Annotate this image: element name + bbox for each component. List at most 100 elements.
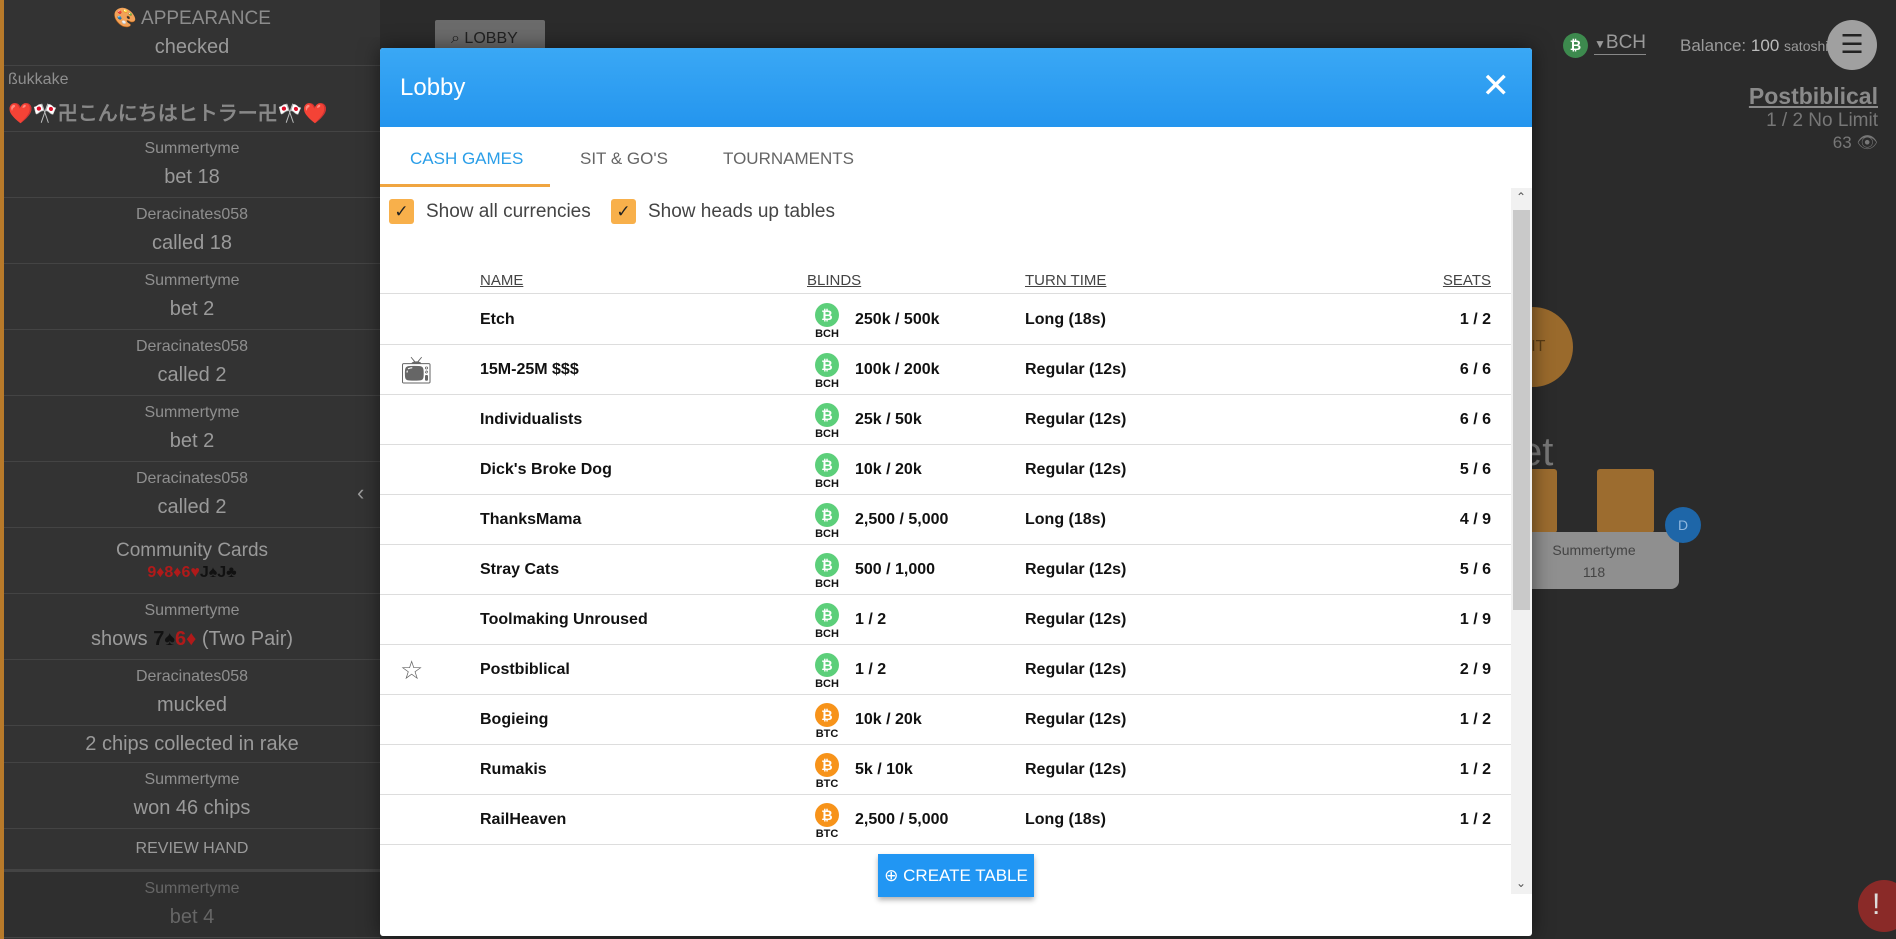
currency-select[interactable]: ▼BCH <box>1594 32 1647 55</box>
col-turn-time[interactable]: TURN TIME <box>1025 272 1106 289</box>
card: 8♦ <box>164 563 182 581</box>
table-row[interactable]: 📺︎ 15M-25M $$$ ₿ BCH 100k / 200k Regular (… <box>380 345 1511 395</box>
tab-tournaments[interactable]: TOURNAMENTS <box>723 149 854 169</box>
turn-time: Regular (12s) <box>1025 761 1127 778</box>
seats: 4 / 9 <box>1459 511 1491 528</box>
log-player: Deracinates058 <box>135 206 249 223</box>
log-action: shows 7♠6♦ (Two Pair) <box>90 628 294 650</box>
review-hand-button[interactable]: REVIEW HAND <box>4 829 380 872</box>
log-player: ßukkake <box>8 71 69 88</box>
table-row[interactable]: RailHeaven ₿ BTC 2,500 / 5,000 Long (18s)… <box>380 795 1511 845</box>
btc-coin-icon: ₿ <box>815 753 839 777</box>
log-action: called 2 <box>157 496 227 518</box>
blinds: 10k / 20k <box>855 711 922 728</box>
log-action: 2 chips collected in rake <box>85 732 299 755</box>
currency-badge: ₿ BCH <box>812 603 842 640</box>
log-action: bet 18 <box>164 166 220 188</box>
dealer-button: D <box>1665 507 1701 543</box>
table-list: Etch ₿ BCH 250k / 500k Long (18s) 1 / 2 📺︎… <box>380 295 1511 845</box>
menu-button[interactable]: ☰ <box>1827 20 1877 70</box>
log-action: bet 4 <box>169 906 215 928</box>
table-row[interactable]: Dick's Broke Dog ₿ BCH 10k / 20k Regular … <box>380 445 1511 495</box>
scrollbar[interactable]: ⌃ ⌄ <box>1511 188 1532 894</box>
alert-button[interactable]: ! <box>1858 880 1896 932</box>
log-action: mucked <box>156 694 228 716</box>
card-back <box>1597 469 1654 533</box>
scrollbar-thumb[interactable] <box>1513 210 1530 610</box>
tab-sit-and-gos[interactable]: SIT & GO'S <box>580 149 668 169</box>
table-row[interactable]: Toolmaking Unroused ₿ BCH 1 / 2 Regular (… <box>380 595 1511 645</box>
currency-badge: ₿ BCH <box>812 653 842 690</box>
table-header: NAME BLINDS TURN TIME SEATS <box>380 264 1511 294</box>
card: J♣ <box>217 563 237 581</box>
log-player: Deracinates058 <box>135 668 249 685</box>
table-row[interactable]: ThanksMama ₿ BCH 2,500 / 5,000 Long (18s)… <box>380 495 1511 545</box>
table-name: Dick's Broke Dog <box>480 461 612 478</box>
show-all-currencies-checkbox[interactable]: ✓ Show all currencies <box>389 199 591 224</box>
col-seats[interactable]: SEATS <box>1443 272 1491 289</box>
log-player: Summertyme <box>144 140 240 157</box>
log-entry: 2 chips collected in rake <box>4 726 380 763</box>
blinds: 10k / 20k <box>855 461 922 478</box>
log-entry: Summertyme shows 7♠6♦ (Two Pair) <box>4 594 380 660</box>
seats: 1 / 9 <box>1459 611 1491 628</box>
table-name: Stray Cats <box>480 561 560 578</box>
log-entry: Deracinates058 called 2 <box>4 330 380 396</box>
currency-badge: ₿ BCH <box>812 553 842 590</box>
active-tab-indicator <box>380 184 550 187</box>
appearance-button[interactable]: 🎨 APPEARANCE <box>4 0 380 37</box>
player-seat[interactable]: Summertyme 118 <box>1509 532 1679 589</box>
blinds: 100k / 200k <box>855 361 940 378</box>
btc-coin-icon: ₿ <box>815 803 839 827</box>
eye-icon: 👁 <box>1856 133 1878 152</box>
table-row[interactable]: Individualists ₿ BCH 25k / 50k Regular (1… <box>380 395 1511 445</box>
col-blinds[interactable]: BLINDS <box>807 272 861 289</box>
create-table-button[interactable]: ⊕ CREATE TABLE <box>878 854 1034 897</box>
seats: 6 / 6 <box>1459 411 1491 428</box>
bch-coin-icon: ₿ <box>815 353 839 377</box>
log-action: bet 2 <box>169 430 215 452</box>
turn-time: Long (18s) <box>1025 811 1106 828</box>
currency-badge: ₿ BCH <box>812 403 842 440</box>
currency-badge: ₿ BCH <box>812 353 842 390</box>
log-entry: Deracinates058 mucked <box>4 660 380 726</box>
star-icon[interactable]: ☆ <box>400 655 423 686</box>
log-player: Summertyme <box>144 602 240 619</box>
btc-coin-icon: ₿ <box>815 703 839 727</box>
col-name[interactable]: NAME <box>480 272 523 289</box>
log-entry: ßukkake ❤️🎌卍こんにちはヒトラー卍🎌❤️ <box>4 66 380 132</box>
lobby-modal: Lobby ✕ CASH GAMES SIT & GO'S TOURNAMENT… <box>380 48 1532 936</box>
currency-badge: ₿ BCH <box>812 503 842 540</box>
currency-badge: ₿ BCH <box>812 453 842 490</box>
table-name: Individualists <box>480 411 583 428</box>
action-log[interactable]: checked ßukkake ❤️🎌卍こんにちはヒトラー卍🎌❤️ Summertym… <box>4 0 380 938</box>
viewers: 63 👁 <box>1832 133 1878 152</box>
check-icon: ✓ <box>611 199 636 224</box>
show-heads-up-checkbox[interactable]: ✓ Show heads up tables <box>611 199 835 224</box>
modal-header: Lobby ✕ <box>380 48 1532 127</box>
table-row[interactable]: Etch ₿ BCH 250k / 500k Long (18s) 1 / 2 <box>380 295 1511 345</box>
seats: 1 / 2 <box>1459 711 1491 728</box>
log-player: Summertyme <box>144 771 240 788</box>
card: 6♥ <box>181 563 200 581</box>
table-row[interactable]: Rumakis ₿ BTC 5k / 10k Regular (12s) 1 / … <box>380 745 1511 795</box>
blinds: 1 / 2 <box>855 611 887 628</box>
bch-coin-icon: ₿ <box>815 603 839 627</box>
log-entry: Summertyme bet 2 <box>4 396 380 462</box>
table-row[interactable]: Bogieing ₿ BTC 10k / 20k Regular (12s) 1 … <box>380 695 1511 745</box>
table-row[interactable]: Stray Cats ₿ BCH 500 / 1,000 Regular (12s… <box>380 545 1511 595</box>
plus-circle-icon: ⊕ <box>884 866 899 885</box>
blinds: 1 / 2 <box>855 661 887 678</box>
table-row[interactable]: ☆ Postbiblical ₿ BCH 1 / 2 Regular (12s) 2… <box>380 645 1511 695</box>
log-action: won 46 chips <box>133 797 251 819</box>
log-entry: Summertyme won 46 chips <box>4 763 380 829</box>
blinds: 500 / 1,000 <box>855 561 936 578</box>
table-name-link[interactable]: Postbiblical <box>1749 83 1878 110</box>
close-icon[interactable]: ✕ <box>1482 66 1511 106</box>
seats: 5 / 6 <box>1459 461 1491 478</box>
modal-title: Lobby <box>400 74 466 101</box>
table-name: Rumakis <box>480 761 547 778</box>
collapse-sidebar-chevron-icon[interactable]: ‹ <box>357 480 364 506</box>
tab-cash-games[interactable]: CASH GAMES <box>410 149 523 169</box>
bch-coin-icon: ₿ <box>815 453 839 477</box>
